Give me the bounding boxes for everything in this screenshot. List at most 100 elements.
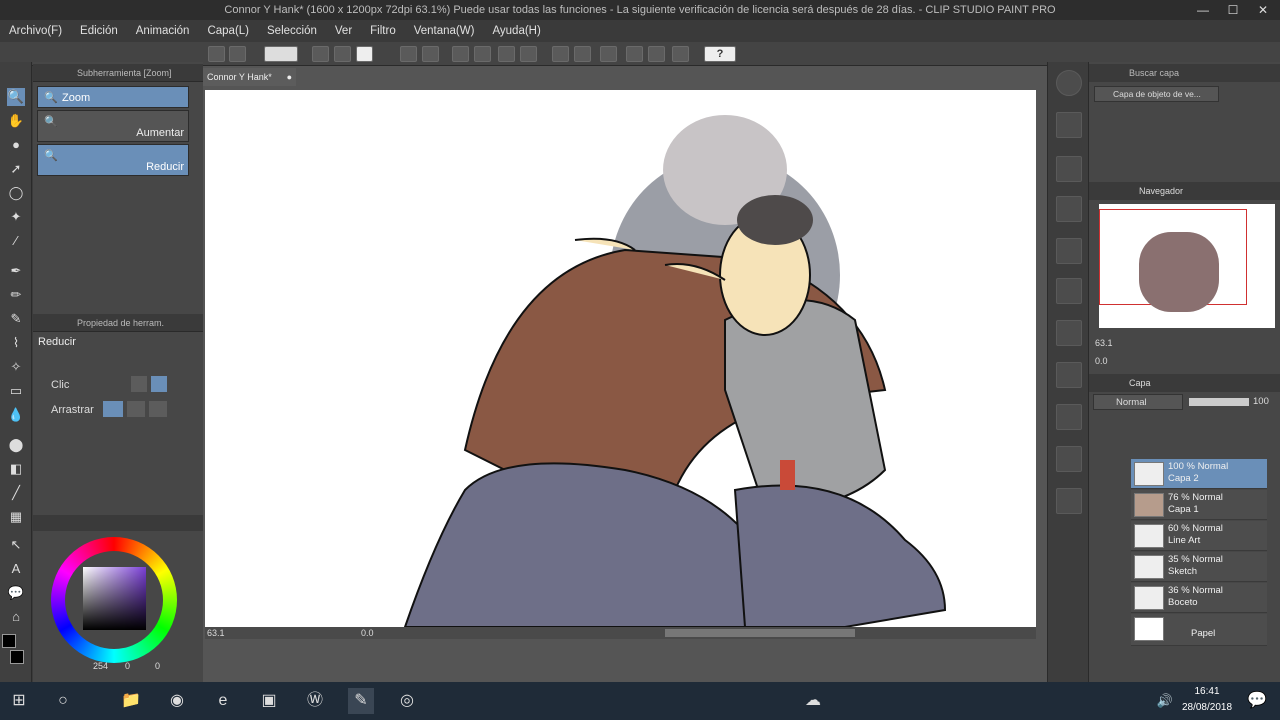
edge-icon[interactable]: e: [210, 688, 236, 714]
correction-tool-icon[interactable]: ⌂: [7, 608, 25, 626]
menu-ventana[interactable]: Ventana(W): [405, 25, 484, 37]
menu-edicion[interactable]: Edición: [71, 25, 127, 37]
maximize-icon[interactable]: ☐: [1218, 0, 1248, 20]
magic-wand-tool-icon[interactable]: ✦: [7, 208, 25, 226]
panel-icon-5[interactable]: [1056, 278, 1082, 304]
eyedropper-tool-icon[interactable]: ●: [7, 136, 25, 154]
pen-tool-icon[interactable]: ✒: [7, 262, 25, 280]
horizontal-scrollbar[interactable]: [665, 629, 855, 637]
windows-start-icon[interactable]: ⊞: [6, 688, 32, 714]
fill-tool-icon[interactable]: ⬤: [7, 436, 25, 454]
click-zoomin-icon[interactable]: [131, 376, 147, 392]
panel-icon-8[interactable]: [1056, 404, 1082, 430]
panel-icon-3[interactable]: [1056, 196, 1082, 222]
drawing-canvas[interactable]: [205, 90, 1036, 627]
open-file-icon[interactable]: [334, 46, 351, 62]
frame-tool-icon[interactable]: ▦: [7, 508, 25, 526]
figure-tool-icon[interactable]: ╱: [7, 484, 25, 502]
blend-tool-icon[interactable]: 💧: [7, 406, 25, 424]
panel-icon-4[interactable]: [1056, 238, 1082, 264]
main-color-swatch[interactable]: [2, 634, 16, 648]
close-icon[interactable]: ✕: [1248, 0, 1278, 20]
dropper-tool-icon[interactable]: ⁄: [7, 232, 25, 250]
grid-icon[interactable]: [208, 46, 225, 62]
help-icon[interactable]: ?: [704, 46, 736, 62]
save-icon[interactable]: [356, 46, 373, 62]
menu-filtro[interactable]: Filtro: [361, 25, 405, 37]
menu-animacion[interactable]: Animación: [127, 25, 199, 37]
balloon-tool-icon[interactable]: 💬: [7, 584, 25, 602]
chrome-icon[interactable]: ◉: [164, 688, 190, 714]
cross-icon[interactable]: [520, 46, 537, 62]
menu-ver[interactable]: Ver: [326, 25, 361, 37]
cortana-icon[interactable]: ○: [50, 688, 76, 714]
special-ruler-icon[interactable]: [672, 46, 689, 62]
notification-icon[interactable]: 💬: [1244, 688, 1270, 714]
layer-row[interactable]: 35 % Normal Sketch: [1131, 552, 1267, 582]
lasso-tool-icon[interactable]: ◯: [7, 184, 25, 202]
app-icon-2[interactable]: Ⓦ: [302, 688, 328, 714]
onedrive-icon[interactable]: ☁: [800, 688, 826, 714]
search-icon[interactable]: [1056, 70, 1082, 96]
panel-icon-6[interactable]: [1056, 320, 1082, 346]
pencil-tool-icon[interactable]: ✏: [7, 286, 25, 304]
subtool-reducir[interactable]: 🔍 Reducir: [37, 144, 189, 176]
spinner-icon[interactable]: [452, 46, 469, 62]
tab-close-icon[interactable]: ●: [287, 68, 292, 86]
drag-mode-3-icon[interactable]: [149, 401, 167, 417]
fill-icon[interactable]: [498, 46, 515, 62]
layer-name: Boceto: [1168, 597, 1198, 608]
click-zoomout-icon[interactable]: [151, 376, 167, 392]
document-tab[interactable]: Connor Y Hank* ●: [203, 68, 296, 86]
brush-tool-icon[interactable]: ✎: [7, 310, 25, 328]
menu-seleccion[interactable]: Selección: [258, 25, 326, 37]
hand-tool-icon[interactable]: ✋: [7, 112, 25, 130]
menu-archivo[interactable]: Archivo(F): [0, 25, 71, 37]
panel-icon-7[interactable]: [1056, 362, 1082, 388]
ruler-snap-icon[interactable]: [648, 46, 665, 62]
layer-row[interactable]: 36 % Normal Boceto: [1131, 583, 1267, 613]
new-file-icon[interactable]: [312, 46, 329, 62]
gradient-tool-icon[interactable]: ◧: [7, 460, 25, 478]
menu-capa[interactable]: Capa(L): [198, 25, 258, 37]
layer-name: Capa 2: [1168, 473, 1199, 484]
volume-icon[interactable]: 🔊: [1152, 688, 1178, 714]
layer-row[interactable]: 60 % Normal Line Art: [1131, 521, 1267, 551]
minimize-icon[interactable]: —: [1188, 0, 1218, 20]
layer-row[interactable]: 100 % Normal Capa 2: [1131, 459, 1267, 489]
airbrush-tool-icon[interactable]: ⌇: [7, 334, 25, 352]
eraser-tool-icon[interactable]: ▭: [7, 382, 25, 400]
undo-icon[interactable]: [400, 46, 417, 62]
panel-icon-2[interactable]: [1056, 156, 1082, 182]
clip-studio-taskbar-icon[interactable]: ✎: [348, 688, 374, 714]
navigator-preview[interactable]: [1099, 204, 1275, 328]
layer-row[interactable]: Papel: [1131, 614, 1267, 646]
panel-icon-9[interactable]: [1056, 446, 1082, 472]
text-tool-icon[interactable]: A: [7, 560, 25, 578]
layer-row[interactable]: 76 % Normal Capa 1: [1131, 490, 1267, 520]
clip-studio-icon[interactable]: [264, 46, 298, 62]
search-layer-field[interactable]: Capa de objeto de ve...: [1094, 86, 1219, 102]
zoom-tool-icon[interactable]: 🔍: [7, 88, 25, 106]
panel-icon-1[interactable]: [1056, 112, 1082, 138]
menu-ayuda[interactable]: Ayuda(H): [483, 25, 549, 37]
ruler-icon[interactable]: [626, 46, 643, 62]
transform-icon[interactable]: [474, 46, 491, 62]
drag-mode-1-icon[interactable]: [103, 401, 123, 417]
color-square[interactable]: [83, 567, 146, 630]
operation-tool-icon[interactable]: ↖: [7, 536, 25, 554]
panel-icon-10[interactable]: [1056, 488, 1082, 514]
opacity-slider[interactable]: [1189, 398, 1249, 406]
redo-icon[interactable]: [422, 46, 439, 62]
subtool-zoom[interactable]: 🔍 Zoom: [37, 86, 189, 108]
blend-mode-select[interactable]: Normal: [1093, 394, 1183, 410]
move-tool-icon[interactable]: ➚: [7, 160, 25, 178]
sub-color-swatch[interactable]: [10, 650, 24, 664]
file-explorer-icon[interactable]: 📁: [118, 688, 144, 714]
view-icon[interactable]: [229, 46, 246, 62]
drag-mode-2-icon[interactable]: [127, 401, 145, 417]
subtool-aumentar[interactable]: 🔍 Aumentar: [37, 110, 189, 142]
app-icon-1[interactable]: ▣: [256, 688, 282, 714]
decoration-tool-icon[interactable]: ✧: [7, 358, 25, 376]
obs-icon[interactable]: ◎: [394, 688, 420, 714]
